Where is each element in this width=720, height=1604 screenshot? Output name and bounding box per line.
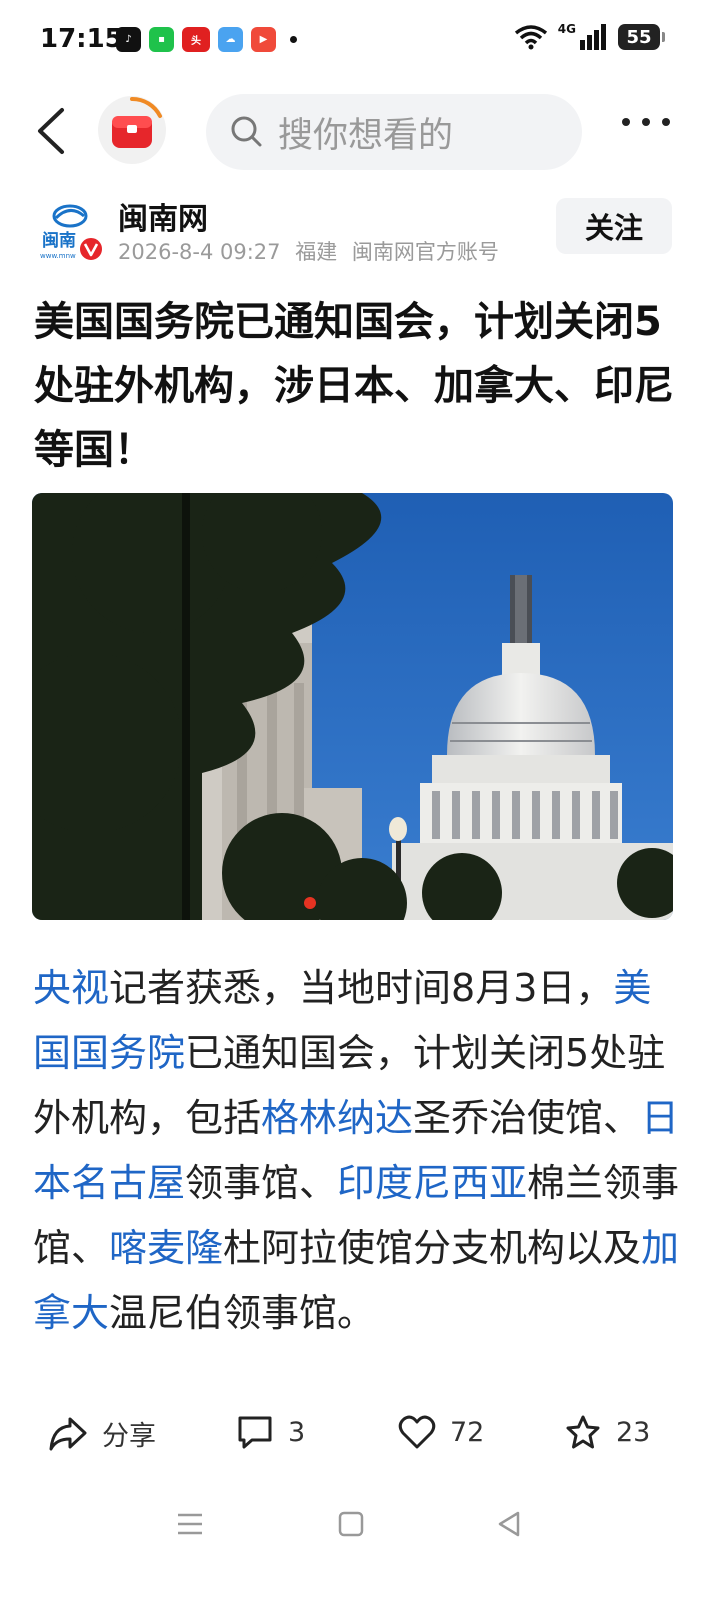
body-text: 记者获悉，当地时间8月3日， [109, 966, 614, 1010]
share-icon [49, 1417, 87, 1450]
share-button[interactable]: 分享 [48, 1414, 156, 1453]
capitol-photo [32, 493, 673, 920]
back-arrow-icon [38, 108, 64, 154]
more-dot-icon [622, 118, 630, 126]
status-bar: 17:15 ♪ ▪ 头 ☁ ▶ 4G 55 [0, 0, 720, 80]
video-icon: ▶ [251, 27, 276, 52]
publish-location: 福建 [295, 240, 338, 264]
more-notifications-icon [290, 36, 297, 43]
wechat-icon: ▪ [149, 27, 174, 52]
follow-button[interactable]: 关注 [556, 198, 672, 254]
favorite-count: 23 [616, 1416, 651, 1448]
more-options-button[interactable] [622, 118, 670, 126]
account-type: 闽南网官方账号 [351, 240, 499, 264]
status-right: 4G 55 [514, 22, 665, 50]
svg-text:www.mnw: www.mnw [40, 252, 76, 260]
toutiao-icon: 头 [182, 27, 210, 52]
publish-date: 2026-8-4 09:27 [118, 240, 281, 264]
comment-icon [238, 1416, 272, 1449]
author-row: 闽南 www.mnw 闽南网 2026-8-4 09:27 福建 闽南网官方账号… [0, 192, 720, 272]
heart-icon [398, 1415, 436, 1449]
article-image[interactable] [32, 493, 673, 920]
signal-icon [580, 24, 606, 50]
article-title: 美国国务院已通知国会，计划关闭5处驻外机构，涉日本、加拿大、印尼等国！ [34, 299, 674, 473]
home-icon[interactable] [338, 1510, 364, 1538]
topic-link[interactable]: 喀麦隆 [109, 1226, 223, 1270]
system-navigation-bar [0, 1500, 720, 1560]
star-icon [566, 1415, 600, 1449]
body-text: 圣乔治使馆、 [413, 1096, 642, 1140]
weather-icon: ☁ [218, 27, 243, 52]
menu-icon[interactable] [176, 1510, 204, 1538]
status-time: 17:15 [40, 24, 123, 54]
article-body: 央视记者获悉，当地时间8月3日，美国国务院已通知国会，计划关闭5处驻外机构，包括… [33, 956, 683, 1388]
like-count: 72 [450, 1416, 485, 1448]
author-name[interactable]: 闽南网 [118, 194, 208, 238]
toutiao-logo-icon [112, 96, 162, 148]
favorite-button[interactable]: 23 [564, 1414, 650, 1450]
more-dot-icon [662, 118, 670, 126]
app-logo-button[interactable] [98, 96, 166, 164]
body-text: 领事馆、 [185, 1161, 338, 1205]
topic-link[interactable]: 印度尼西亚 [337, 1161, 527, 1205]
comment-button[interactable]: 3 [236, 1414, 305, 1450]
tiktok-icon: ♪ [116, 27, 141, 52]
top-navigation: 搜你想看的 [0, 88, 720, 174]
search-placeholder: 搜你想看的 [278, 115, 454, 156]
svg-text:闽南: 闽南 [42, 230, 76, 251]
wifi-icon [514, 25, 547, 50]
verified-badge-icon [78, 236, 104, 262]
share-label: 分享 [102, 1421, 156, 1452]
topic-link[interactable]: 央视 [33, 966, 109, 1010]
like-button[interactable]: 72 [398, 1414, 484, 1450]
more-dot-icon [642, 118, 650, 126]
action-bar: 分享 3 72 23 [0, 1400, 720, 1472]
back-button[interactable] [28, 106, 76, 156]
network-type: 4G [557, 22, 576, 36]
status-app-icons: ♪ ▪ 头 ☁ ▶ [116, 27, 297, 52]
search-input[interactable]: 搜你想看的 [206, 94, 582, 170]
comment-count: 3 [288, 1416, 306, 1448]
battery-indicator: 55 [618, 24, 665, 50]
back-triangle-icon[interactable] [496, 1510, 522, 1538]
author-meta: 2026-8-4 09:27 福建 闽南网官方账号 [118, 236, 499, 266]
body-text: 温尼伯领事馆。 [109, 1291, 376, 1335]
topic-link[interactable]: 格林纳达 [261, 1096, 413, 1140]
body-text: 杜阿拉使馆分支机构以及 [223, 1226, 642, 1270]
search-icon [231, 116, 262, 147]
